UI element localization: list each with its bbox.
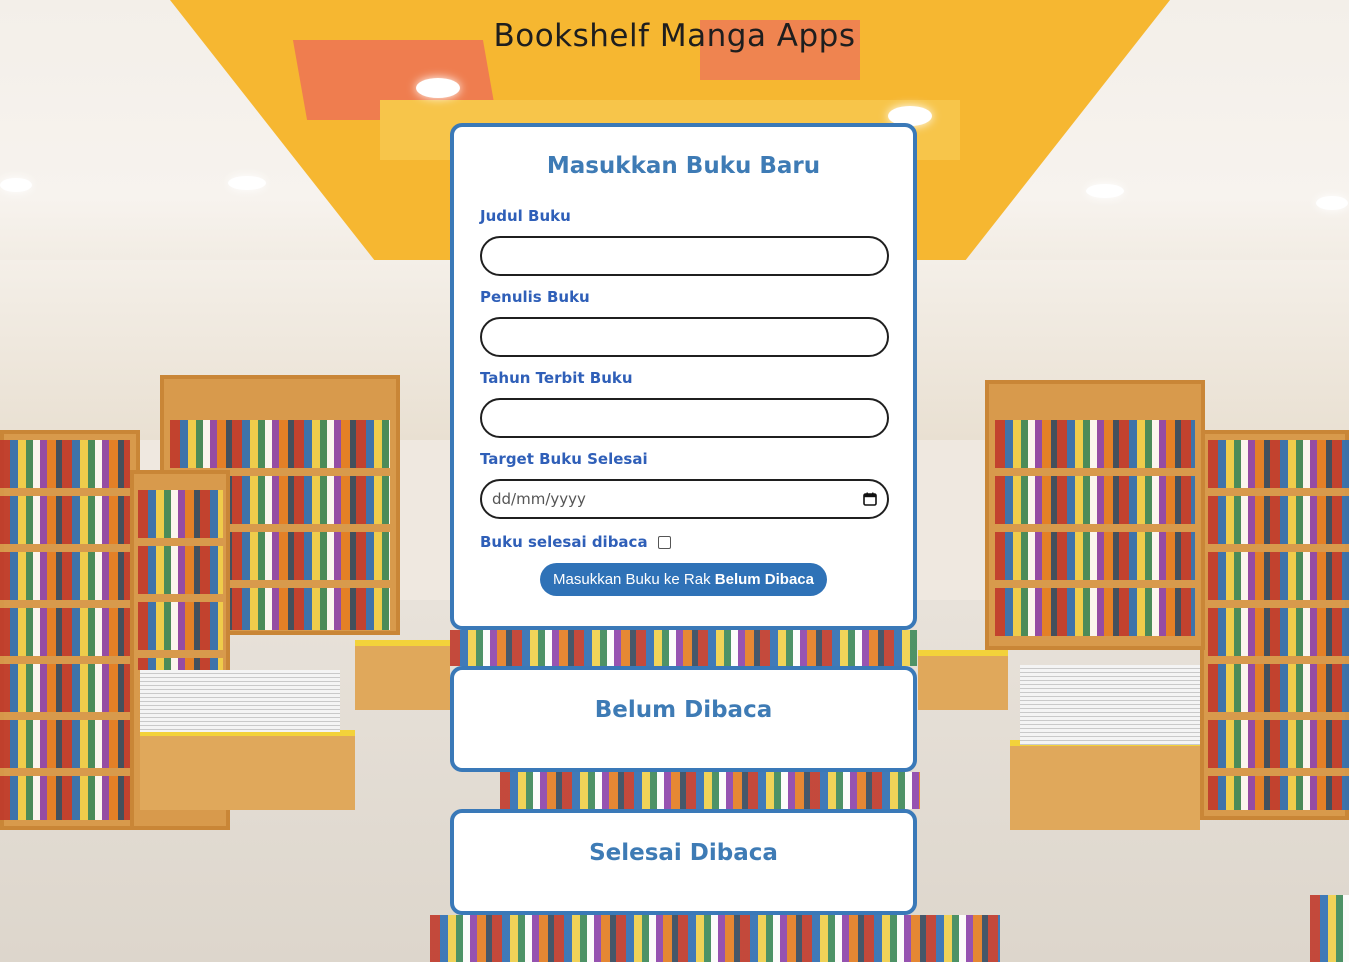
submit-wrap: Masukkan Buku ke Rak Belum Dibaca [480, 563, 887, 596]
finished-shelf: Selesai Dibaca [450, 809, 917, 915]
book-stack [1020, 665, 1200, 745]
title-label: Judul Buku [480, 207, 571, 225]
year-label: Tahun Terbit Buku [480, 369, 633, 387]
date-placeholder: dd/mm/yyyy [492, 490, 586, 508]
target-date-label: Target Buku Selesai [480, 450, 648, 468]
display-table [1010, 740, 1200, 830]
year-field: Tahun Terbit Buku [480, 369, 889, 438]
unread-shelf: Belum Dibaca [450, 666, 917, 772]
title-field: Judul Buku [480, 207, 889, 276]
ceiling-lamp [1316, 196, 1348, 210]
ceiling-lamp [1086, 184, 1124, 198]
ceiling-lamp [0, 178, 32, 192]
books [1310, 895, 1349, 962]
input-book-card: Masukkan Buku Baru Judul Buku Penulis Bu… [450, 123, 917, 630]
unread-shelf-title: Belum Dibaca [594, 697, 773, 723]
app-title: Bookshelf Manga Apps [493, 18, 856, 54]
author-field: Penulis Buku [480, 288, 889, 357]
ceiling-lamp [228, 176, 266, 190]
form-title: Masukkan Buku Baru [546, 153, 821, 179]
display-table [918, 650, 1008, 710]
ceiling-lamp [416, 78, 460, 98]
display-table [355, 640, 450, 710]
books [500, 772, 920, 809]
target-date-input[interactable]: dd/mm/yyyy [480, 479, 889, 519]
calendar-icon[interactable] [863, 492, 877, 506]
submit-shelf: Belum Dibaca [714, 571, 814, 588]
year-input[interactable] [480, 398, 889, 438]
title-input[interactable] [480, 236, 889, 276]
books [1208, 440, 1349, 810]
finished-check-row: Buku selesai dibaca [480, 533, 887, 551]
finished-checkbox[interactable] [657, 535, 671, 549]
book-stack [140, 670, 340, 732]
author-input[interactable] [480, 317, 889, 357]
target-date-field: Target Buku Selesai dd/mm/yyyy [480, 450, 889, 519]
submit-book-button[interactable]: Masukkan Buku ke Rak Belum Dibaca [540, 563, 827, 596]
display-table [140, 730, 355, 810]
books [995, 420, 1195, 640]
submit-prefix: Masukkan Buku ke Rak [553, 571, 715, 588]
books [138, 490, 223, 670]
books [0, 440, 130, 820]
finished-label: Buku selesai dibaca [480, 533, 648, 551]
finished-shelf-title: Selesai Dibaca [589, 840, 778, 866]
books [430, 915, 1000, 962]
author-label: Penulis Buku [480, 288, 590, 306]
books [450, 630, 917, 666]
